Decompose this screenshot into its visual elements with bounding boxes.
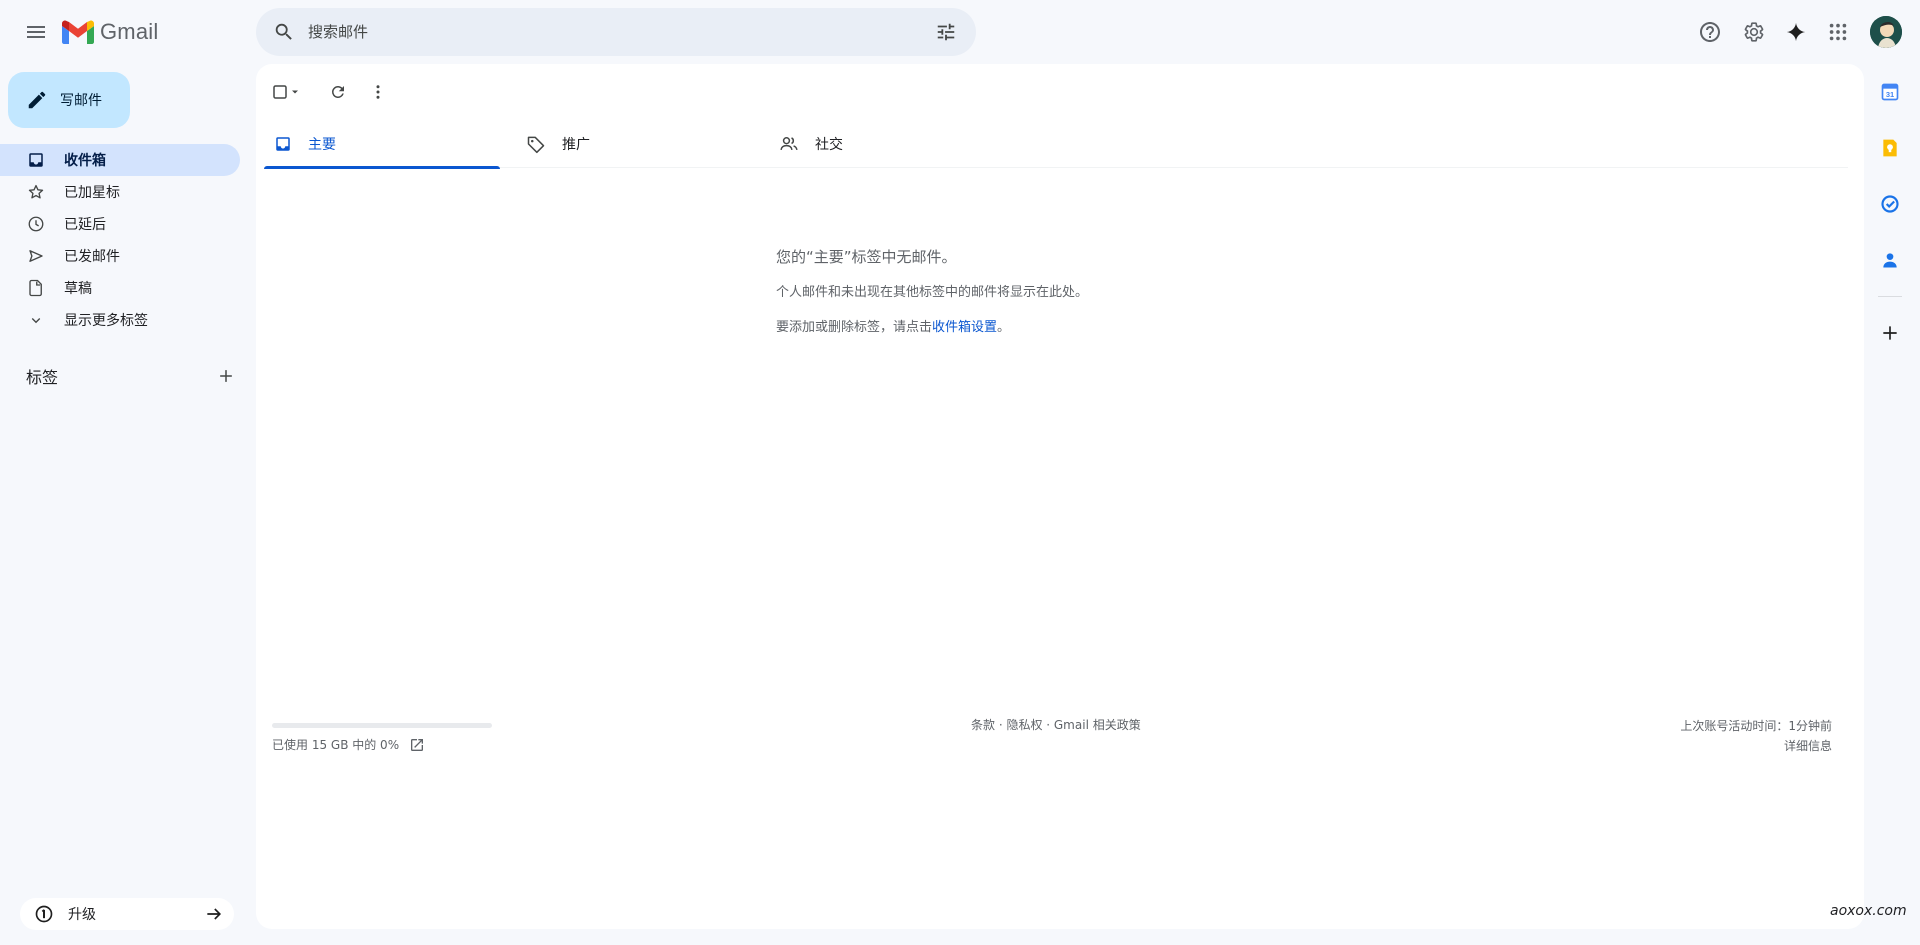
draft-icon <box>29 279 42 297</box>
gemini-button[interactable] <box>1776 12 1816 52</box>
search-input[interactable] <box>308 23 908 41</box>
tab-social[interactable]: 社交 <box>769 120 1005 168</box>
empty-description: 个人邮件和未出现在其他标签中的邮件将显示在此处。 <box>776 285 1089 300</box>
hamburger-menu-icon <box>27 26 45 38</box>
tune-icon <box>937 23 955 41</box>
sidebar-item-inbox[interactable]: 收件箱 <box>0 144 240 176</box>
compose-label: 写邮件 <box>60 93 102 109</box>
mail-toolbar <box>266 72 398 112</box>
account-activity: 上次账号活动时间：1分钟前 详细信息 <box>1680 716 1832 756</box>
avatar-image-icon <box>1870 16 1902 48</box>
apps-button[interactable] <box>1818 12 1858 52</box>
add-label-icon[interactable] <box>216 366 236 386</box>
hint-suffix: 。 <box>997 320 1011 335</box>
upgrade-button[interactable]: 升级 <box>20 898 234 930</box>
storage-meter: 已使用 15 GB 中的 0% <box>272 723 492 753</box>
caret-down-icon <box>292 90 298 94</box>
get-addons-button[interactable] <box>1870 313 1910 353</box>
contacts-app-button[interactable] <box>1870 240 1910 280</box>
open-in-new-icon[interactable] <box>409 737 425 753</box>
gmail-m-icon <box>62 20 94 44</box>
settings-button[interactable] <box>1734 12 1774 52</box>
chevron-down-icon <box>31 318 41 324</box>
support-button[interactable] <box>1690 12 1730 52</box>
search-bar <box>256 8 976 56</box>
tab-primary[interactable]: 主要 <box>264 120 500 169</box>
apps-grid-icon <box>1829 23 1847 41</box>
sidebar-item-label: 草稿 <box>64 281 92 297</box>
refresh-icon <box>331 85 344 98</box>
empty-title: 您的“主要”标签中无邮件。 <box>776 248 957 266</box>
keep-icon <box>1883 139 1897 157</box>
plus-icon <box>1883 326 1897 340</box>
sidebar-item-label: 已发邮件 <box>64 249 120 265</box>
inbox-icon <box>29 153 43 167</box>
more-options-button[interactable] <box>358 72 398 112</box>
search-button[interactable] <box>260 8 308 56</box>
side-panel: 31 <box>1870 64 1910 369</box>
arrow-right-icon <box>207 908 222 920</box>
sidebar-item-starred[interactable]: 已加星标 <box>0 176 240 208</box>
refresh-button[interactable] <box>318 72 358 112</box>
hint-prefix: 要添加或删除标签，请点击 <box>776 320 933 335</box>
keep-app-button[interactable] <box>1870 128 1910 168</box>
clock-icon <box>28 216 44 232</box>
star-icon <box>28 184 44 199</box>
labels-section-header: 标签 <box>26 364 236 388</box>
upgrade-label: 升级 <box>68 907 96 923</box>
svg-text:31: 31 <box>1886 90 1894 99</box>
tasks-icon <box>1881 195 1899 213</box>
storage-text: 已使用 15 GB 中的 0% <box>272 738 400 752</box>
empty-state: 您的“主要”标签中无邮件。 个人邮件和未出现在其他标签中的邮件将显示在此处。 要… <box>776 246 1376 335</box>
sidebar-nav: 收件箱 已加星标 已延后 已发邮件 草稿 显示更多标签 <box>0 144 240 336</box>
main-panel: 主要 推广 社交 您的“主要”标签中无邮件。 个人邮件和未出现在其他标签中的邮件… <box>256 64 1864 929</box>
more-vert-icon <box>376 85 380 99</box>
pencil-icon <box>28 91 46 109</box>
side-panel-divider <box>1878 296 1902 297</box>
category-tabs: 主要 推广 社交 <box>264 120 1848 169</box>
empty-hint: 要添加或删除标签，请点击收件箱设置。 <box>776 316 1376 335</box>
gear-icon <box>1744 22 1764 42</box>
people-icon <box>780 137 798 151</box>
calendar-icon: 31 <box>1881 83 1899 101</box>
app-name: Gmail <box>100 19 159 44</box>
send-icon <box>29 250 43 262</box>
main-menu-button[interactable] <box>16 12 56 52</box>
account-avatar[interactable] <box>1870 16 1902 48</box>
details-link[interactable]: 详细信息 <box>1680 736 1832 756</box>
select-all-button[interactable] <box>266 72 306 112</box>
sidebar-item-label: 显示更多标签 <box>64 313 148 329</box>
watermark: aoxox.com <box>1830 903 1907 919</box>
tab-label: 推广 <box>562 137 590 153</box>
compose-button[interactable]: 写邮件 <box>8 72 130 128</box>
inbox-settings-link[interactable]: 收件箱设置 <box>932 320 997 335</box>
contacts-icon <box>1883 253 1897 268</box>
gmail-logo[interactable]: Gmail <box>62 18 158 46</box>
sidebar-item-sent[interactable]: 已发邮件 <box>0 240 240 272</box>
storage-info-icon <box>35 905 53 923</box>
sidebar-item-label: 已加星标 <box>64 185 120 201</box>
sidebar-item-label: 收件箱 <box>64 153 106 169</box>
checkbox-icon <box>273 85 287 99</box>
sidebar-item-more[interactable]: 显示更多标签 <box>0 304 240 336</box>
tab-label: 主要 <box>308 137 336 153</box>
labels-title: 标签 <box>26 368 59 387</box>
tasks-app-button[interactable] <box>1870 184 1910 224</box>
help-icon <box>1700 22 1720 42</box>
sidebar-item-snoozed[interactable]: 已延后 <box>0 208 240 240</box>
sidebar-item-drafts[interactable]: 草稿 <box>0 272 240 304</box>
calendar-app-button[interactable]: 31 <box>1870 72 1910 112</box>
tab-label: 社交 <box>815 137 843 153</box>
inbox-icon <box>276 137 290 151</box>
sparkle-icon <box>1786 22 1806 42</box>
sidebar-item-label: 已延后 <box>64 217 106 233</box>
tag-icon <box>527 136 545 154</box>
search-options-button[interactable] <box>926 12 966 52</box>
footer-links[interactable]: 条款 · 隐私权 · Gmail 相关政策 <box>971 716 1141 733</box>
top-bar: Gmail <box>0 0 1920 64</box>
tab-promotions[interactable]: 推广 <box>516 120 752 168</box>
search-icon <box>275 23 292 40</box>
last-activity-text: 上次账号活动时间：1分钟前 <box>1680 719 1832 733</box>
storage-bar <box>272 723 492 728</box>
